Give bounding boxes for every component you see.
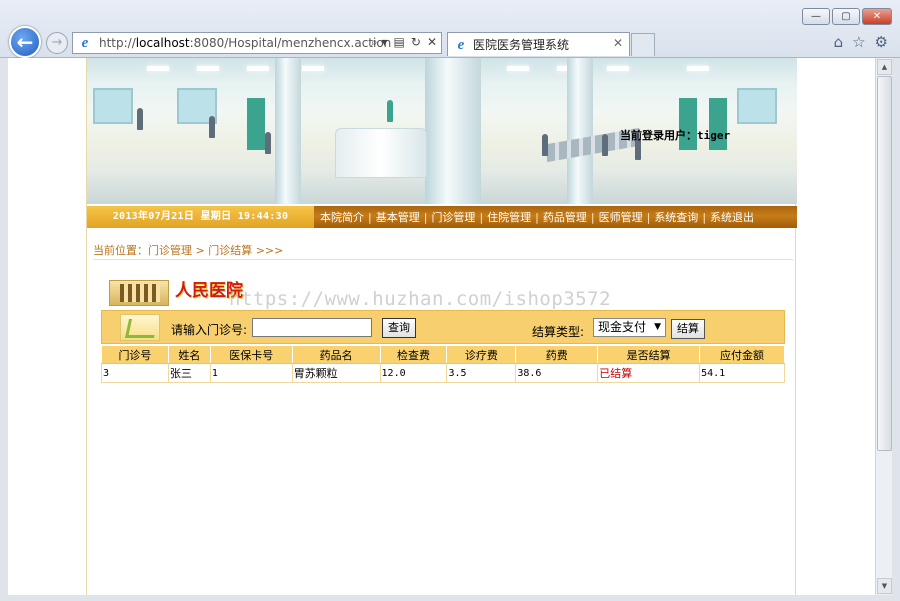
search-bar: 请输入门诊号: 查询 结算类型: 现金支付 ▼ 结算 (101, 310, 785, 344)
settings-gear-icon[interactable]: ⚙ (875, 33, 888, 51)
tab-title: 医院医务管理系统 (473, 38, 570, 52)
favorites-star-icon[interactable]: ☆ (852, 33, 865, 51)
settle-type-select[interactable]: 现金支付 ▼ (593, 318, 666, 337)
chart-icon (120, 314, 160, 341)
col-header: 药费 (515, 345, 599, 364)
settlement-table: 门诊号 姓名 医保卡号 药品名 检查费 诊疗费 药费 是否结算 应付金额 3 张… (101, 345, 785, 383)
watermark-text: https://www.huzhan.com/ishop3572 (229, 288, 612, 310)
nav-item-doctors[interactable]: 医师管理 (595, 209, 647, 225)
table-header-row: 门诊号 姓名 医保卡号 药品名 检查费 诊疗费 药费 是否结算 应付金额 (101, 345, 785, 364)
table-cell: 3.5 (446, 363, 517, 383)
address-url[interactable]: http://localhost:8080/Hospital/menzhencx… (99, 36, 391, 50)
col-header: 检查费 (379, 345, 448, 364)
back-arrow-icon[interactable]: ← (9, 26, 41, 58)
stop-icon[interactable]: ✕ (427, 35, 437, 50)
ie-page-icon: e (81, 35, 89, 51)
tab-close-icon[interactable]: ✕ (613, 36, 623, 50)
compat-view-icon[interactable]: ▤ (394, 35, 405, 50)
table-cell: 3 (101, 363, 169, 383)
table-cell: 54.1 (699, 363, 785, 383)
minimize-button[interactable]: — (802, 8, 830, 25)
nav-item-query[interactable]: 系统查询 (650, 209, 702, 225)
home-icon[interactable]: ⌂ (834, 33, 844, 51)
col-header: 药品名 (291, 345, 381, 364)
scroll-down-icon[interactable]: ▼ (877, 578, 892, 594)
chevron-down-icon: ▼ (654, 322, 661, 332)
tab-favicon-icon: e (457, 36, 465, 53)
new-tab-button[interactable] (631, 33, 655, 56)
window-controls: — ▢ ✕ (802, 8, 892, 25)
datetime-display: 2013年07月21日 星期日 19:44:30 (87, 206, 314, 228)
table-cell: 1 (209, 363, 293, 383)
col-header: 是否结算 (597, 345, 701, 364)
nav-item-inpatient[interactable]: 住院管理 (483, 209, 535, 225)
scroll-up-icon[interactable]: ▲ (877, 59, 892, 75)
nav-item-drugs[interactable]: 药品管理 (539, 209, 591, 225)
col-header: 应付金额 (699, 345, 785, 364)
settle-button[interactable]: 结算 (671, 319, 705, 339)
vertical-scrollbar[interactable]: ▲ ▼ (875, 58, 892, 595)
breadcrumb: 当前位置：门诊管理 > 门诊结算 >>> (93, 244, 284, 257)
hospital-building-icon (109, 280, 169, 306)
col-header: 门诊号 (101, 345, 169, 364)
main-nav: 2013年07月21日 星期日 19:44:30 本院简介 | 基本管理 | 门… (87, 206, 797, 228)
table-cell: 12.0 (379, 363, 448, 383)
table-cell: 张三 (167, 363, 211, 383)
address-bar[interactable]: e http://localhost:8080/Hospital/menzhen… (72, 32, 442, 54)
nav-item-basic[interactable]: 基本管理 (372, 209, 424, 225)
maximize-button[interactable]: ▢ (832, 8, 860, 25)
table-cell: 胃苏颗粒 (291, 363, 381, 383)
search-label: 请输入门诊号: (171, 323, 248, 337)
login-user-label: 当前登录用户：tiger (620, 129, 731, 142)
table-cell: 38.6 (515, 363, 599, 383)
browser-chrome: — ▢ ✕ ← → e http://localhost:8080/Hospit… (0, 0, 900, 58)
col-header: 诊疗费 (446, 345, 517, 364)
nav-item-about[interactable]: 本院简介 (316, 209, 368, 225)
forward-arrow-icon[interactable]: → (46, 32, 68, 54)
settle-type-label: 结算类型: (532, 325, 585, 339)
nav-item-outpatient[interactable]: 门诊管理 (427, 209, 479, 225)
refresh-icon[interactable]: ↻ (411, 35, 421, 50)
table-row: 3 张三 1 胃苏颗粒 12.0 3.5 38.6 已结算 54.1 (101, 363, 785, 383)
browser-viewport: 当前登录用户：tiger 2013年07月21日 星期日 19:44:30 本院… (8, 58, 892, 595)
browser-tab[interactable]: e 医院医务管理系统 ✕ (447, 32, 630, 56)
settled-status-cell: 已结算 (597, 363, 701, 383)
page-container: 当前登录用户：tiger 2013年07月21日 星期日 19:44:30 本院… (86, 58, 797, 595)
outpatient-number-input[interactable] (252, 318, 372, 337)
divider (93, 259, 793, 260)
scrollbar-thumb[interactable] (877, 76, 892, 451)
search-dropdown-icon[interactable]: ⌕ ▾ (371, 35, 388, 50)
col-header: 医保卡号 (209, 345, 293, 364)
close-window-button[interactable]: ✕ (862, 8, 892, 25)
col-header: 姓名 (167, 345, 211, 364)
nav-item-logout[interactable]: 系统退出 (706, 209, 758, 225)
hospital-banner: 当前登录用户：tiger (87, 58, 797, 204)
query-button[interactable]: 查询 (382, 318, 416, 338)
